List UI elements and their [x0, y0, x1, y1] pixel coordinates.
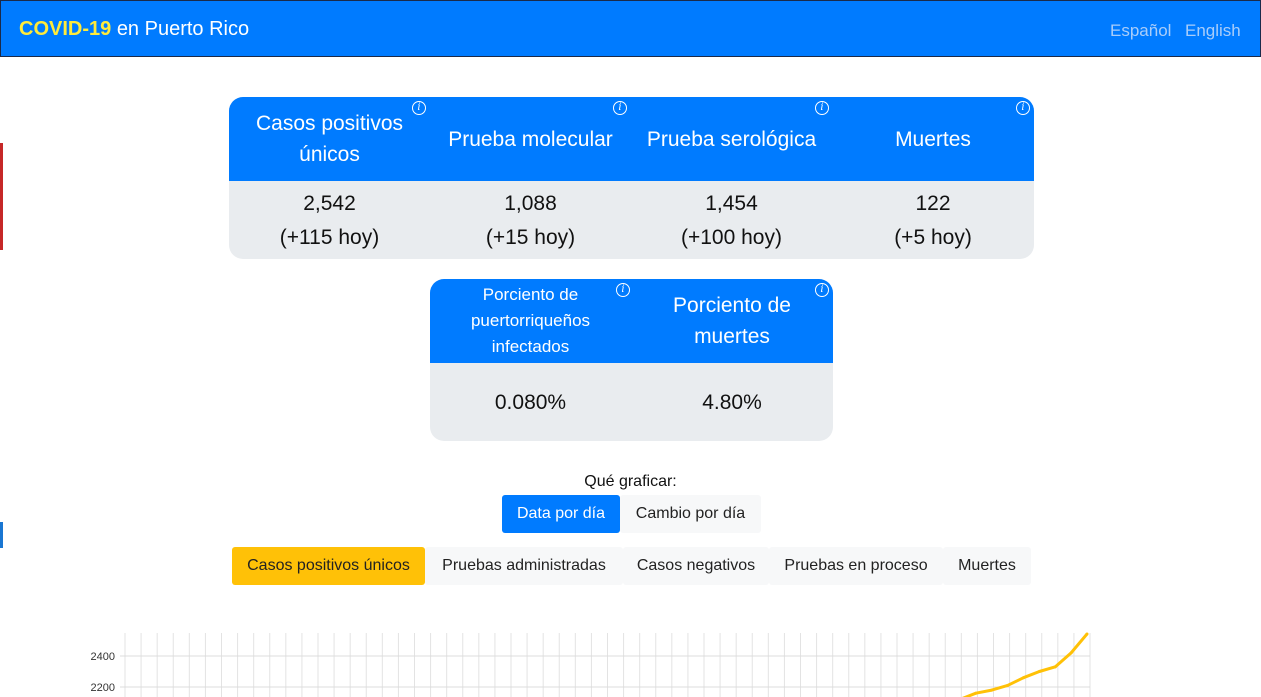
stat-delta: (+115 hoy) — [279, 226, 380, 249]
navbar: COVID-19 en Puerto Rico Español English — [0, 0, 1261, 57]
brand-rest: en Puerto Rico — [116, 18, 250, 40]
data-point — [1006, 683, 1010, 687]
info-icon[interactable]: i — [815, 283, 829, 297]
data-point — [1069, 651, 1073, 655]
series-line-positive-cases — [962, 633, 1089, 697]
stats-card-percent: Porciento de puertorriqueños infectados … — [430, 279, 833, 441]
mode-data-per-day-button[interactable]: Data por día — [502, 495, 620, 533]
brand-title[interactable]: COVID-19 en Puerto Rico — [19, 18, 249, 41]
data-point — [1022, 676, 1025, 680]
brand-accent: COVID-19 — [19, 18, 112, 40]
stat-label: Prueba molecular — [448, 127, 613, 151]
info-icon[interactable]: i — [815, 101, 829, 115]
header-molecular: Prueba molecular — [430, 97, 631, 181]
info-icon[interactable]: i — [412, 101, 426, 115]
stat-value: 122 — [915, 192, 951, 215]
header-infected-percent: Porciento de puertorriqueños infectados — [430, 279, 631, 363]
stat-value: 0.080% — [494, 391, 567, 414]
tab-positive-cases[interactable]: Casos positivos únicos — [232, 547, 425, 585]
header-cases: Casos positivos únicos — [229, 97, 430, 181]
stat-label: Porciento de muertes — [673, 294, 791, 348]
tab-deaths[interactable]: Muertes — [943, 547, 1031, 585]
header-deaths: Muertes — [832, 97, 1034, 181]
data-point — [990, 688, 994, 692]
info-icon[interactable]: i — [1016, 101, 1030, 115]
data-point — [1053, 665, 1057, 669]
header-serologic: Prueba serológica — [631, 97, 832, 181]
header-death-percent: Porciento de muertes — [631, 279, 833, 363]
stat-value: 4.80% — [702, 391, 762, 414]
stat-label: Muertes — [895, 127, 971, 151]
info-icon[interactable]: i — [613, 101, 627, 115]
stat-delta: (+100 hoy) — [681, 226, 782, 249]
y-tick-label: 2200 — [91, 682, 115, 694]
y-tick-label: 2400 — [91, 651, 115, 663]
stats-card-header: Casos positivos únicos i Prueba molecula… — [229, 97, 1034, 181]
stats-card-main: Casos positivos únicos i Prueba molecula… — [229, 97, 1034, 259]
stat-value: 1,088 — [504, 192, 557, 215]
graph-selector-label: Qué graficar: — [584, 473, 677, 490]
stat-label: Casos positivos únicos — [255, 112, 404, 166]
tab-tests-in-process[interactable]: Pruebas en proceso — [769, 547, 943, 585]
tab-tests-administered[interactable]: Pruebas administradas — [425, 547, 623, 585]
background-fragment — [0, 522, 3, 548]
stats-card-header: Porciento de puertorriqueños infectados … — [430, 279, 833, 363]
stat-value: 2,542 — [303, 192, 356, 215]
page: COVID-19 en Puerto Rico Español English … — [0, 0, 1261, 697]
info-icon[interactable]: i — [616, 283, 630, 297]
stat-delta: (+15 hoy) — [485, 226, 576, 249]
language-english-link[interactable]: English — [1185, 21, 1241, 41]
stat-delta: (+5 hoy) — [894, 226, 972, 249]
tab-negative-cases[interactable]: Casos negativos — [623, 547, 769, 585]
data-point — [1037, 670, 1041, 673]
stat-label: Prueba serológica — [646, 127, 817, 151]
background-fragment — [0, 143, 3, 250]
stat-value: 1,454 — [705, 192, 758, 215]
stat-label: Porciento de puertorriqueños infectados — [470, 285, 591, 356]
chart-svg: 2200 2400 — [91, 632, 1091, 697]
mode-change-per-day-button[interactable]: Cambio por día — [620, 495, 761, 533]
data-point — [1085, 632, 1089, 636]
language-spanish-link[interactable]: Español — [1110, 21, 1171, 41]
data-point — [974, 691, 978, 695]
cases-chart: 2200 2400 — [80, 628, 1110, 697]
